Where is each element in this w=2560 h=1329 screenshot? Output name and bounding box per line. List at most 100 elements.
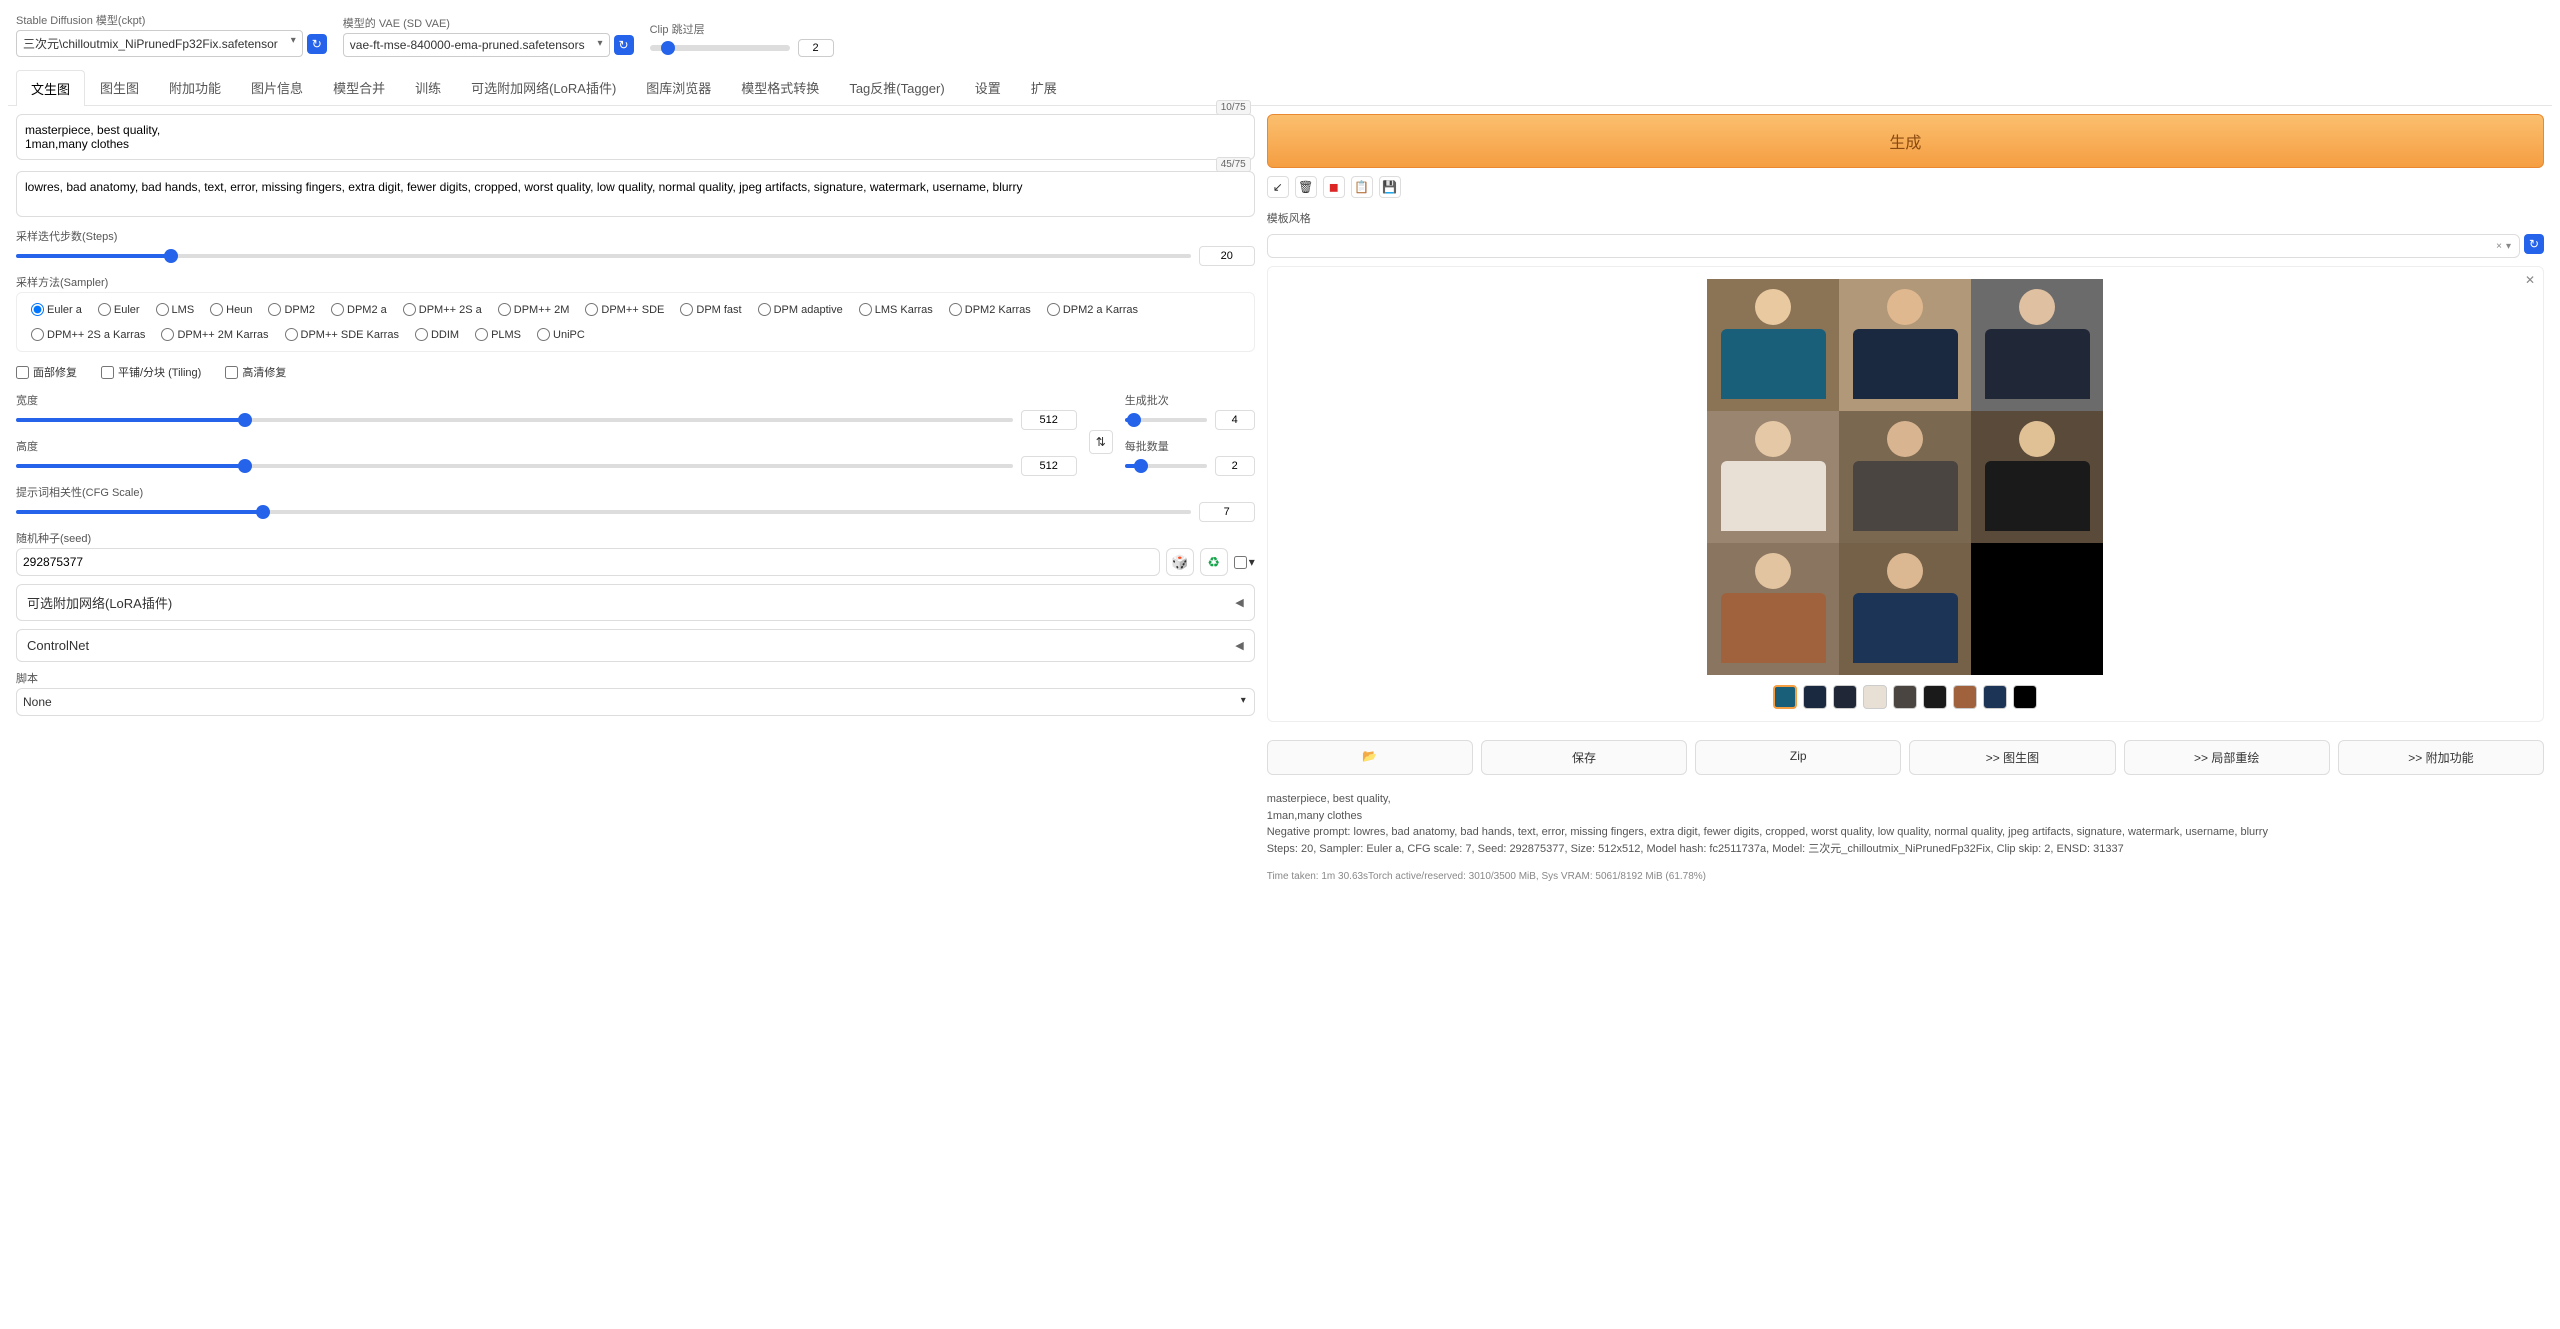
sampler-radio-group: Euler aEulerLMSHeunDPM2DPM2 aDPM++ 2S aD… bbox=[25, 301, 1246, 343]
send-extras-button[interactable]: >> 附加功能 bbox=[2338, 740, 2544, 775]
sampler-radio[interactable]: DPM++ 2S a Karras bbox=[25, 326, 151, 343]
send-img2img-button[interactable]: >> 图生图 bbox=[1909, 740, 2115, 775]
tab-9[interactable]: Tag反推(Tagger) bbox=[834, 69, 959, 105]
tab-6[interactable]: 可选附加网络(LoRA插件) bbox=[456, 69, 631, 105]
gallery-image[interactable] bbox=[1839, 279, 1971, 411]
gallery-image[interactable] bbox=[1707, 543, 1839, 675]
arrow-icon[interactable]: ↙ bbox=[1267, 176, 1289, 198]
seed-reuse-button[interactable]: ♻ bbox=[1200, 548, 1228, 576]
gallery-image[interactable] bbox=[1839, 411, 1971, 543]
hires-fix-checkbox[interactable]: 高清修复 bbox=[225, 364, 286, 380]
zip-button[interactable]: Zip bbox=[1695, 740, 1901, 775]
vae-select[interactable]: vae-ft-mse-840000-ema-pruned.safetensors bbox=[343, 33, 610, 57]
style-select[interactable]: ×▾ bbox=[1267, 234, 2520, 258]
seed-random-button[interactable]: 🎲 bbox=[1166, 548, 1194, 576]
gallery-thumb[interactable] bbox=[1983, 685, 2007, 709]
cfg-value[interactable] bbox=[1199, 502, 1255, 522]
gallery-image[interactable] bbox=[1707, 279, 1839, 411]
tab-11[interactable]: 扩展 bbox=[1016, 69, 1072, 105]
sampler-radio[interactable]: DPM2 a bbox=[325, 301, 393, 318]
gallery-thumb[interactable] bbox=[1953, 685, 1977, 709]
batch-size-value[interactable] bbox=[1215, 456, 1255, 476]
gallery-thumb[interactable] bbox=[1803, 685, 1827, 709]
steps-slider[interactable] bbox=[16, 254, 1191, 258]
tab-0[interactable]: 文生图 bbox=[16, 70, 85, 106]
save-icon[interactable]: 💾 bbox=[1379, 176, 1401, 198]
seed-input[interactable] bbox=[16, 548, 1160, 576]
tab-7[interactable]: 图库浏览器 bbox=[631, 69, 726, 105]
trash-icon[interactable]: 🗑 bbox=[1295, 176, 1317, 198]
sampler-radio[interactable]: UniPC bbox=[531, 326, 591, 343]
sampler-radio[interactable]: DPM++ SDE bbox=[579, 301, 670, 318]
vae-refresh-icon[interactable]: ↻ bbox=[614, 35, 634, 55]
clip-skip-slider[interactable] bbox=[650, 45, 790, 51]
batch-count-slider[interactable] bbox=[1125, 418, 1207, 422]
sampler-radio[interactable]: LMS Karras bbox=[853, 301, 939, 318]
stop-icon[interactable]: ◼ bbox=[1323, 176, 1345, 198]
width-slider[interactable] bbox=[16, 418, 1013, 422]
send-inpaint-button[interactable]: >> 局部重绘 bbox=[2124, 740, 2330, 775]
gallery-thumb[interactable] bbox=[1833, 685, 1857, 709]
script-select[interactable]: None bbox=[16, 688, 1255, 716]
tab-3[interactable]: 图片信息 bbox=[236, 69, 318, 105]
sd-model-refresh-icon[interactable]: ↻ bbox=[307, 34, 327, 54]
sampler-radio[interactable]: DPM++ 2S a bbox=[397, 301, 488, 318]
sampler-radio[interactable]: DPM adaptive bbox=[752, 301, 849, 318]
tab-10[interactable]: 设置 bbox=[960, 69, 1016, 105]
prompt-textarea[interactable]: masterpiece, best quality, 1man,many clo… bbox=[16, 114, 1255, 160]
restore-faces-checkbox[interactable]: 面部修复 bbox=[16, 364, 77, 380]
batch-count-value[interactable] bbox=[1215, 410, 1255, 430]
tab-8[interactable]: 模型格式转换 bbox=[726, 69, 834, 105]
sampler-radio[interactable]: DPM++ 2M Karras bbox=[155, 326, 274, 343]
tab-5[interactable]: 训练 bbox=[400, 69, 456, 105]
height-slider[interactable] bbox=[16, 464, 1013, 468]
gallery-image[interactable] bbox=[1707, 411, 1839, 543]
generate-button[interactable]: 生成 bbox=[1267, 114, 2544, 168]
gallery-image[interactable] bbox=[1971, 279, 2103, 411]
clip-skip-value[interactable] bbox=[798, 39, 834, 57]
batch-size-slider[interactable] bbox=[1125, 464, 1207, 468]
sampler-radio[interactable]: Heun bbox=[204, 301, 258, 318]
negative-prompt-counter: 45/75 bbox=[1216, 157, 1251, 172]
tab-2[interactable]: 附加功能 bbox=[154, 69, 236, 105]
sampler-radio[interactable]: DPM++ SDE Karras bbox=[279, 326, 405, 343]
sampler-radio[interactable]: DPM2 bbox=[262, 301, 321, 318]
width-value[interactable] bbox=[1021, 410, 1077, 430]
sampler-radio[interactable]: LMS bbox=[150, 301, 201, 318]
sampler-radio[interactable]: DPM++ 2M bbox=[492, 301, 576, 318]
sampler-radio[interactable]: DDIM bbox=[409, 326, 465, 343]
clipboard-icon[interactable]: 📋 bbox=[1351, 176, 1373, 198]
gallery-close-icon[interactable]: ✕ bbox=[2525, 273, 2535, 287]
cfg-slider[interactable] bbox=[16, 510, 1191, 514]
gallery-thumb[interactable] bbox=[1893, 685, 1917, 709]
gallery-image[interactable] bbox=[1839, 543, 1971, 675]
time-info: Time taken: 1m 30.63sTorch active/reserv… bbox=[1267, 871, 2544, 882]
height-value[interactable] bbox=[1021, 456, 1077, 476]
sampler-radio[interactable]: DPM2 Karras bbox=[943, 301, 1037, 318]
sampler-radio[interactable]: Euler a bbox=[25, 301, 88, 318]
save-button[interactable]: 保存 bbox=[1481, 740, 1687, 775]
gallery-thumb[interactable] bbox=[1923, 685, 1947, 709]
swap-dimensions-button[interactable]: ⇅ bbox=[1089, 430, 1113, 454]
sampler-radio[interactable]: Euler bbox=[92, 301, 146, 318]
steps-value[interactable] bbox=[1199, 246, 1255, 266]
generation-info: masterpiece, best quality, 1man,many clo… bbox=[1267, 791, 2544, 857]
sampler-radio[interactable]: DPM fast bbox=[674, 301, 747, 318]
controlnet-accordion[interactable]: ControlNet ◀ bbox=[16, 629, 1255, 662]
gallery-thumb[interactable] bbox=[1773, 685, 1797, 709]
sampler-radio[interactable]: PLMS bbox=[469, 326, 527, 343]
sd-model-select[interactable]: 三次元\chilloutmix_NiPrunedFp32Fix.safetens… bbox=[16, 30, 303, 57]
gallery-thumb[interactable] bbox=[2013, 685, 2037, 709]
style-refresh-icon[interactable]: ↻ bbox=[2524, 234, 2544, 254]
open-folder-button[interactable]: 📂 bbox=[1267, 740, 1473, 775]
gallery-image[interactable] bbox=[1971, 543, 2103, 675]
tab-4[interactable]: 模型合并 bbox=[318, 69, 400, 105]
lora-accordion[interactable]: 可选附加网络(LoRA插件) ◀ bbox=[16, 584, 1255, 621]
gallery-thumb[interactable] bbox=[1863, 685, 1887, 709]
tab-1[interactable]: 图生图 bbox=[85, 69, 154, 105]
gallery-image[interactable] bbox=[1971, 411, 2103, 543]
negative-prompt-textarea[interactable]: lowres, bad anatomy, bad hands, text, er… bbox=[16, 171, 1255, 217]
sampler-radio[interactable]: DPM2 a Karras bbox=[1041, 301, 1144, 318]
seed-extra-checkbox[interactable]: ▾ bbox=[1234, 555, 1255, 569]
tiling-checkbox[interactable]: 平铺/分块 (Tiling) bbox=[101, 364, 201, 380]
